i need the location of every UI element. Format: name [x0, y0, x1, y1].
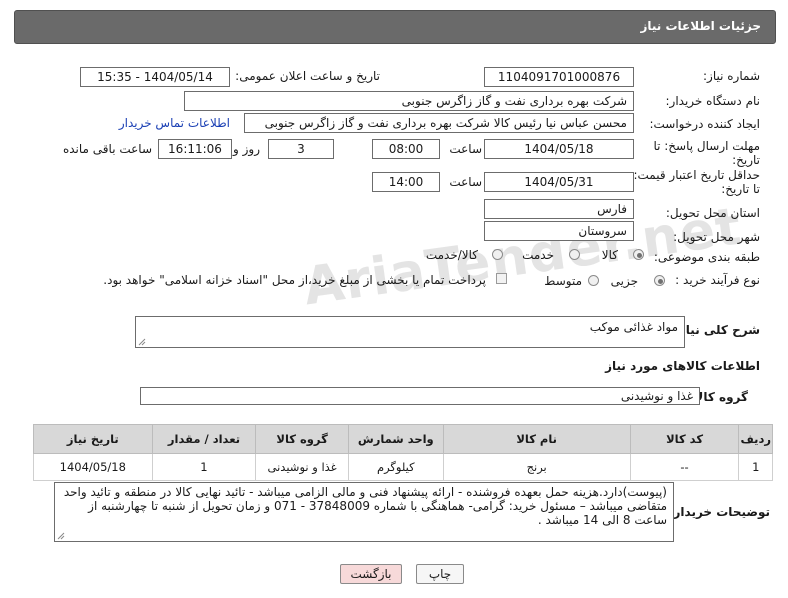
validity-hour-label: ساعت [449, 175, 482, 189]
need-number-label: شماره نیاز: [703, 69, 760, 83]
buyer-notes-label: توضیحات خریدار: [668, 505, 770, 519]
description-label: شرح کلی نیاز: [674, 323, 760, 337]
creator-field: محسن عباس نیا رئیس کالا شرکت بهره برداری… [244, 113, 634, 133]
process-type-label: نوع فرآیند خرید : [675, 273, 760, 287]
province-label: استان محل تحویل: [665, 206, 760, 220]
col-header-need-date: تاریخ نیاز [33, 424, 153, 454]
city-label: شهر محل تحویل: [673, 230, 760, 244]
creator-label: ایجاد کننده درخواست: [649, 117, 760, 131]
description-textarea[interactable]: مواد غذائی موکب [135, 316, 685, 348]
cell-unit: کیلوگرم [347, 453, 444, 481]
days-label: روز و [233, 142, 260, 156]
treasury-payment-checkbox[interactable] [496, 273, 507, 284]
buyer-notes-textarea[interactable]: (پیوست)دارد.هزینه حمل بعهده فروشنده - ار… [54, 482, 674, 542]
city-field: سروستان [484, 221, 634, 241]
announce-label: تاریخ و ساعت اعلان عمومی: [235, 69, 380, 83]
col-header-item-name: نام کالا [442, 424, 631, 454]
category-option-goods-service: کالا/خدمت [425, 248, 478, 262]
days-remaining-field: 3 [268, 139, 334, 159]
cell-item-group: غذا و نوشیدنی [255, 453, 349, 481]
goods-table-header-row: ردیف کد کالا نام کالا واحد شمارش گروه کا… [33, 424, 773, 454]
cell-item-code: -- [629, 453, 740, 481]
goods-section-title: اطلاعات کالاهای مورد نیاز [605, 359, 760, 373]
col-header-unit: واحد شمارش [347, 424, 444, 454]
process-option-medium: متوسط [544, 274, 582, 288]
category-option-goods: کالا [601, 248, 618, 262]
goods-table: ردیف کد کالا نام کالا واحد شمارش گروه کا… [33, 424, 773, 481]
cell-row-number: 1 [738, 453, 773, 481]
province-field: فارس [484, 199, 634, 219]
remaining-time-label: ساعت باقی مانده [62, 142, 152, 156]
col-header-item-code: کد کالا [629, 424, 740, 454]
deadline-time-field: 08:00 [372, 139, 440, 159]
description-resize-handle-icon[interactable] [138, 338, 146, 346]
print-button[interactable]: چاپ [416, 564, 464, 584]
buyer-org-field: شرکت بهره برداری نفت و گاز زاگرس جنوبی [184, 91, 634, 111]
treasury-payment-note: پرداخت تمام یا بخشی از مبلغ خرید،از محل … [103, 273, 486, 287]
announce-datetime-field: 1404/05/14 - 15:35 [80, 67, 230, 87]
need-number-field: 1104091701000876 [484, 67, 634, 87]
remaining-time-field: 16:11:06 [158, 139, 232, 159]
validity-date-field: 1404/05/31 [484, 172, 634, 192]
deadline-label-line2: تاریخ: [732, 153, 760, 167]
table-row: 1 -- برنج کیلوگرم غذا و نوشیدنی 1 1404/0… [33, 453, 773, 481]
category-radio-goods-service[interactable] [492, 249, 503, 260]
category-option-service: خدمت [522, 248, 554, 262]
process-option-minor: جزیی [610, 274, 638, 288]
deadline-label-line1: مهلت ارسال پاسخ: تا [653, 139, 760, 153]
cell-item-name: برنج [442, 453, 631, 481]
col-header-item-group: گروه کالا [255, 424, 349, 454]
deadline-hour-label: ساعت [449, 142, 482, 156]
cell-quantity: 1 [151, 453, 257, 481]
validity-label-line1: حداقل تاریخ اعتبار قیمت: [633, 168, 760, 182]
back-button[interactable]: بازگشت [340, 564, 402, 584]
buyer-org-label: نام دستگاه خریدار: [665, 94, 761, 108]
notes-resize-handle-icon[interactable] [57, 532, 65, 540]
process-radio-minor[interactable] [654, 275, 665, 286]
page-header-title: جزئیات اطلاعات نیاز [14, 10, 776, 44]
validity-time-field: 14:00 [372, 172, 440, 192]
deadline-date-field: 1404/05/18 [484, 139, 634, 159]
col-header-quantity: تعداد / مقدار [151, 424, 257, 454]
category-label: طبقه بندی موضوعی: [653, 250, 760, 264]
col-header-row-number: ردیف [738, 424, 773, 454]
goods-group-field: غذا و نوشیدنی [140, 387, 700, 405]
buyer-contact-link[interactable]: اطلاعات تماس خریدار [119, 116, 230, 130]
category-radio-service[interactable] [569, 249, 580, 260]
validity-label-line2: تا تاریخ: [721, 182, 760, 196]
cell-need-date: 1404/05/18 [33, 453, 153, 481]
process-radio-medium[interactable] [588, 275, 599, 286]
category-radio-goods[interactable] [633, 249, 644, 260]
